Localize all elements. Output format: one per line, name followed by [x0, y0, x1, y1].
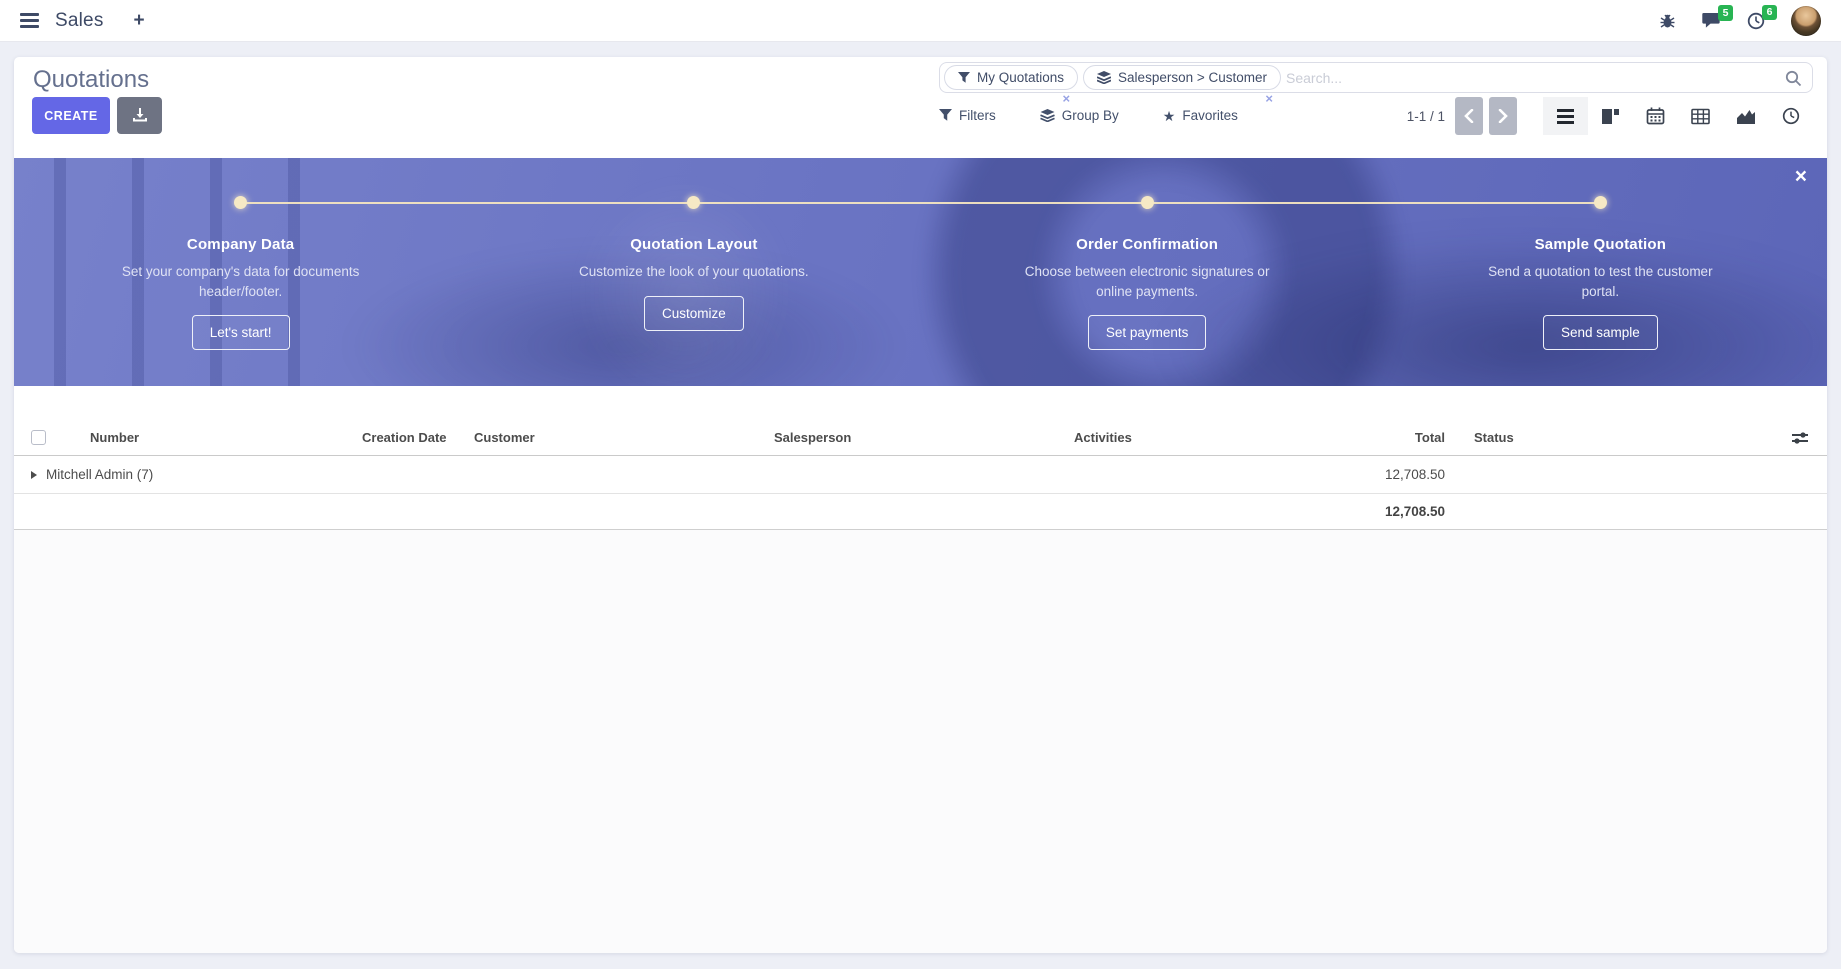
column-header-number[interactable]: Number	[76, 430, 354, 445]
chevron-right-icon	[1498, 109, 1508, 123]
footer-total: 12,708.50	[1262, 504, 1453, 519]
timeline-dot	[234, 196, 247, 209]
create-button[interactable]: CREATE	[32, 97, 110, 134]
pivot-icon	[1691, 108, 1710, 125]
group-label: Mitchell Admin (7)	[46, 467, 153, 482]
timeline-dot	[1141, 196, 1154, 209]
list-icon	[1556, 108, 1575, 125]
pager-previous-button[interactable]	[1455, 97, 1483, 135]
content-card: Quotations My Quotations × Salesperson >…	[14, 57, 1827, 953]
step-title: Order Confirmation	[1076, 236, 1218, 253]
quotations-list: Number Creation Date Customer Salesperso…	[14, 420, 1827, 953]
graph-view-button[interactable]	[1723, 97, 1768, 135]
page-title: Quotations	[33, 66, 149, 94]
table-header-row: Number Creation Date Customer Salesperso…	[14, 420, 1827, 456]
column-header-status[interactable]: Status	[1453, 430, 1773, 445]
kanban-view-button[interactable]	[1588, 97, 1633, 135]
chevron-left-icon	[1464, 109, 1474, 123]
top-navbar: Sales + 5 6	[0, 0, 1841, 42]
facet-label: Salesperson > Customer	[1118, 70, 1267, 85]
select-all-checkbox[interactable]	[31, 430, 46, 445]
send-sample-button[interactable]: Send sample	[1543, 315, 1658, 350]
pager: 1-1 / 1	[1407, 97, 1517, 135]
step-title: Sample Quotation	[1535, 236, 1667, 253]
column-header-total[interactable]: Total	[1262, 430, 1453, 445]
search-facet-my-quotations[interactable]: My Quotations ×	[944, 65, 1078, 90]
view-switcher	[1543, 97, 1813, 135]
messages-badge: 5	[1718, 5, 1733, 21]
group-total: 12,708.50	[1262, 467, 1453, 482]
layers-icon	[1040, 109, 1055, 122]
search-facet-groupby[interactable]: Salesperson > Customer ×	[1083, 65, 1281, 90]
activity-view-button[interactable]	[1768, 97, 1813, 135]
graph-icon	[1736, 108, 1756, 125]
remove-facet-icon[interactable]: ×	[1062, 92, 1070, 105]
bug-icon[interactable]	[1659, 12, 1676, 29]
step-description: Customize the look of your quotations.	[579, 262, 809, 282]
calendar-view-button[interactable]	[1633, 97, 1678, 135]
plus-icon[interactable]: +	[134, 10, 145, 32]
facet-label: My Quotations	[977, 70, 1064, 85]
timeline-dot	[1594, 196, 1607, 209]
step-title: Quotation Layout	[630, 236, 757, 253]
timeline-dot	[687, 196, 700, 209]
column-header-creation-date[interactable]: Creation Date	[354, 430, 466, 445]
column-header-activities[interactable]: Activities	[1066, 430, 1262, 445]
onboarding-step-company-data: Company Data Set your company's data for…	[14, 196, 467, 386]
expand-caret-icon[interactable]	[31, 471, 37, 479]
remove-facet-icon[interactable]: ×	[1265, 92, 1273, 105]
filters-dropdown[interactable]: Filters	[939, 108, 996, 123]
group-by-dropdown[interactable]: Group By	[1040, 108, 1119, 123]
column-header-customer[interactable]: Customer	[466, 430, 766, 445]
group-row-mitchell-admin[interactable]: Mitchell Admin (7) 12,708.50	[14, 456, 1827, 494]
search-input[interactable]	[1286, 70, 1778, 86]
download-icon	[132, 108, 148, 123]
apps-menu-icon[interactable]	[20, 13, 39, 28]
control-panel: Quotations My Quotations × Salesperson >…	[14, 57, 1827, 158]
messages-icon[interactable]: 5	[1702, 12, 1721, 29]
activities-clock-icon[interactable]: 6	[1747, 12, 1765, 30]
pager-range: 1-1 / 1	[1407, 109, 1445, 124]
app-name[interactable]: Sales	[55, 10, 104, 32]
filter-icon	[939, 109, 952, 122]
onboarding-step-quotation-layout: Quotation Layout Customize the look of y…	[467, 196, 920, 386]
pager-next-button[interactable]	[1489, 97, 1517, 135]
search-icon[interactable]	[1785, 70, 1802, 87]
filter-icon	[958, 72, 970, 84]
clock-icon	[1782, 107, 1800, 125]
search-bar[interactable]: My Quotations × Salesperson > Customer ×	[939, 62, 1813, 93]
lets-start-button[interactable]: Let's start!	[192, 315, 290, 350]
onboarding-step-order-confirmation: Order Confirmation Choose between electr…	[921, 196, 1374, 386]
export-button[interactable]	[117, 97, 162, 134]
step-title: Company Data	[187, 236, 294, 253]
onboarding-step-sample-quotation: Sample Quotation Send a quotation to tes…	[1374, 196, 1827, 386]
avatar[interactable]	[1791, 6, 1821, 36]
optional-columns-icon[interactable]	[1773, 430, 1827, 446]
star-icon: ★	[1163, 109, 1176, 123]
pivot-view-button[interactable]	[1678, 97, 1723, 135]
table-footer-row: 12,708.50	[14, 494, 1827, 530]
empty-list-area	[14, 530, 1827, 953]
kanban-icon	[1601, 108, 1620, 125]
calendar-icon	[1646, 107, 1665, 125]
activities-badge: 6	[1762, 5, 1777, 21]
set-payments-button[interactable]: Set payments	[1088, 315, 1207, 350]
customize-button[interactable]: Customize	[644, 296, 744, 331]
step-description: Choose between electronic signatures or …	[1021, 262, 1273, 301]
step-description: Send a quotation to test the customer po…	[1474, 262, 1726, 301]
column-header-salesperson[interactable]: Salesperson	[766, 430, 1066, 445]
onboarding-banner: × Company Data Set your company's data f…	[14, 158, 1827, 386]
favorites-dropdown[interactable]: ★ Favorites	[1163, 108, 1238, 123]
list-view-button[interactable]	[1543, 97, 1588, 135]
layers-icon	[1097, 71, 1111, 84]
step-description: Set your company's data for documents he…	[115, 262, 367, 301]
